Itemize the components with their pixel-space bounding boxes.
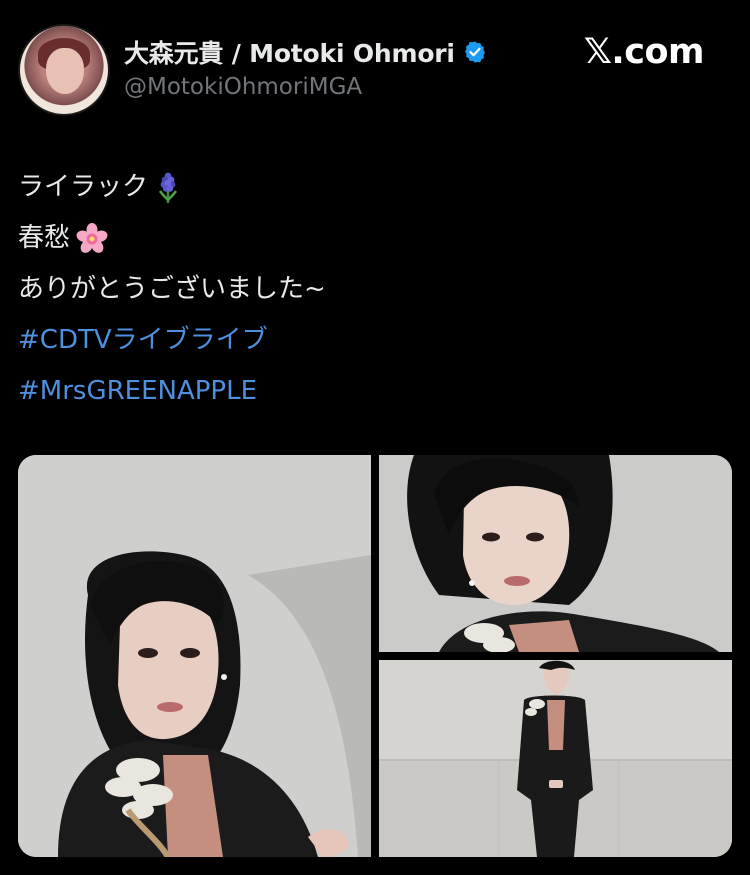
photo-1[interactable] bbox=[18, 455, 371, 857]
verified-badge-icon bbox=[464, 41, 485, 63]
tweet-line-3: ありがとうございました~ bbox=[18, 274, 326, 304]
x-logo: 𝕏.com bbox=[583, 32, 705, 72]
tweet-line-1: ライラック bbox=[18, 162, 718, 213]
author-name-row[interactable]: 大森元貴 / Motoki Ohmori bbox=[124, 34, 487, 70]
photo-1-image bbox=[18, 455, 371, 857]
user-handle[interactable]: @MotokiOhmoriMGA bbox=[124, 74, 362, 100]
photo-2-image bbox=[379, 455, 732, 652]
hashtag-mrsgreenapple[interactable]: #MrsGREENAPPLE bbox=[18, 366, 718, 417]
hashtag-cdtv[interactable]: #CDTVライブライブ bbox=[18, 315, 718, 366]
tweet-line-2: 春愁 bbox=[18, 213, 718, 264]
photo-3-image bbox=[379, 660, 732, 857]
hyacinth-emoji-icon bbox=[158, 172, 178, 203]
tweet-text: ライラック 春愁 ありがとうございました~ #CDTVライブライブ #MrsGR… bbox=[18, 162, 718, 417]
photo-2[interactable] bbox=[379, 455, 732, 652]
photo-3[interactable] bbox=[379, 660, 732, 857]
cherry-blossom-emoji-icon bbox=[76, 222, 108, 253]
media-grid bbox=[18, 455, 732, 857]
display-name[interactable]: 大森元貴 / Motoki Ohmori bbox=[124, 34, 455, 70]
avatar[interactable] bbox=[18, 24, 110, 116]
